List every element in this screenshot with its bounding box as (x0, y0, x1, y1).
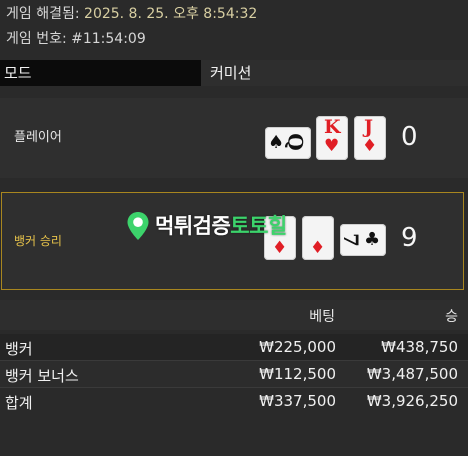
player-label: 플레이어 (14, 130, 62, 145)
bet-column-header: 베팅 (309, 309, 335, 325)
diamond-icon: ♦ (272, 238, 288, 258)
card-rank: K (324, 116, 341, 138)
row-win: ₩438,750 (381, 338, 458, 356)
win-column-header: 승 (445, 309, 458, 325)
row-label: 합계 (5, 394, 33, 412)
banker-card-3: 7 ♣ (340, 224, 386, 256)
banker-result-label: 뱅커 승리 (14, 234, 62, 248)
player-card-2: K ♥ (316, 116, 348, 160)
tab-mode[interactable]: 모드 (0, 60, 201, 86)
row-bet: ₩112,500 (259, 365, 336, 383)
card-rank: 7 (340, 233, 363, 247)
row-label: 뱅커 (5, 340, 33, 358)
player-card-1: ♠ Q (265, 127, 311, 159)
row-win: ₩3,926,250 (366, 392, 458, 410)
banker-card-2: ♦ (302, 216, 334, 260)
game-info-header: 게임 해결됨: 2025. 8. 25. 오후 8:54:32 게임 번호: #… (0, 0, 468, 60)
table-row: 뱅커 보너스 ₩112,500 ₩3,487,500 (0, 361, 468, 387)
player-score: 0 (401, 122, 418, 152)
diamond-icon: ♦ (362, 136, 378, 156)
table-row-total: 합계 ₩337,500 ₩3,926,250 (0, 388, 468, 414)
banker-card-1: ♦ (264, 216, 296, 260)
heart-icon: ♥ (324, 136, 340, 156)
table-row: 뱅커 ₩225,000 ₩438,750 (0, 334, 468, 360)
diamond-icon: ♦ (310, 238, 326, 258)
player-hand-row: 플레이어 ♠ Q K ♥ J ♦ 0 (0, 98, 468, 178)
resolved-label: 게임 해결됨: (6, 6, 85, 22)
tab-commission[interactable]: 커미션 (205, 60, 468, 86)
results-table-header: 베팅 승 (0, 300, 468, 330)
game-number: 게임 번호: #11:54:09 (6, 31, 146, 47)
row-bet: ₩337,500 (259, 392, 336, 410)
row-bet: ₩225,000 (259, 338, 336, 356)
club-icon: ♣ (364, 229, 381, 250)
banker-hand-row: 뱅커 승리 ♦ ♦ 7 ♣ 9 (1, 192, 464, 290)
mode-tabbar: 모드 커미션 (0, 60, 468, 86)
player-card-3: J ♦ (354, 116, 386, 160)
resolved-time: 2025. 8. 25. 오후 8:54:32 (84, 6, 258, 22)
row-label: 뱅커 보너스 (5, 367, 79, 385)
banker-score: 9 (401, 223, 418, 253)
resolved-line: 게임 해결됨: 2025. 8. 25. 오후 8:54:32 (6, 3, 257, 23)
card-rank: Q (283, 133, 308, 151)
spade-icon: ♠ (268, 132, 285, 153)
row-win: ₩3,487,500 (366, 365, 458, 383)
card-rank: J (364, 116, 373, 138)
